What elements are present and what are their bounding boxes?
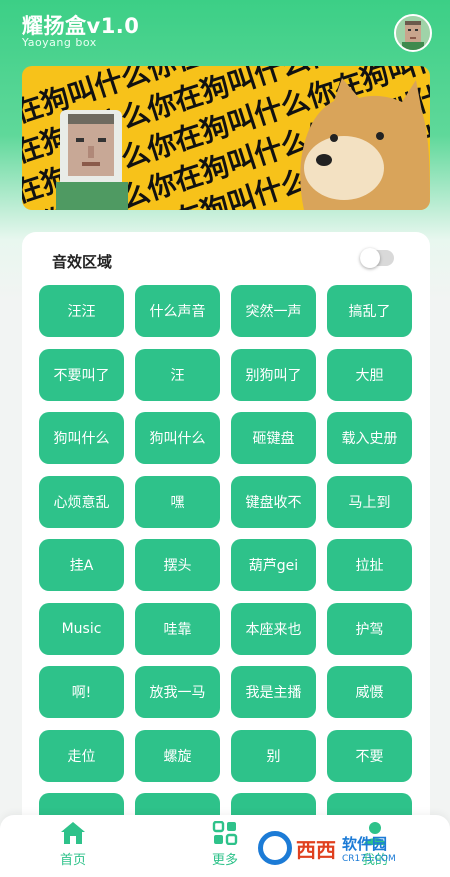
sound-button[interactable]: 走位 (39, 729, 124, 782)
sound-button[interactable]: Music (39, 602, 124, 655)
sound-button[interactable]: 突然一声 (231, 285, 316, 337)
more-grid-icon (212, 821, 238, 845)
sound-button[interactable]: 摆头 (135, 539, 220, 591)
sound-button[interactable]: 啊! (39, 666, 124, 718)
pixel-man-image (56, 110, 128, 210)
avatar-face-icon (396, 16, 430, 50)
sound-button[interactable]: 砸键盘 (231, 412, 316, 464)
sound-button[interactable]: 载入史册 (327, 412, 412, 464)
watermark-url: CR173.COM (342, 853, 396, 864)
app-subtitle: Yaoyang box (22, 36, 97, 49)
sound-panel: 音效区域 汪汪 什么声音 突然一声 搞乱了 不要叫了汪别狗叫了 大胆 狗叫什么 狗叫什么 砸键盘… (22, 232, 430, 845)
watermark-name: 软件园 (342, 834, 388, 853)
sound-button[interactable]: 搞乱了 (327, 285, 412, 337)
nav-more-label: 更多 (211, 853, 238, 868)
sound-button[interactable]: 不要 (327, 729, 412, 782)
sound-button[interactable]: 螺旋 (135, 729, 220, 782)
sound-button[interactable]: 别狗叫了 (231, 348, 316, 401)
sound-button[interactable]: 挂A (39, 539, 124, 591)
shiba-dog-image (300, 78, 430, 210)
avatar[interactable] (394, 14, 432, 52)
sound-button[interactable]: 狗叫什么 (39, 412, 124, 464)
sound-button[interactable]: 我是主播 (231, 666, 316, 718)
sound-button[interactable]: 本座来也 (231, 602, 316, 655)
sound-button[interactable]: 别 (231, 729, 316, 782)
sound-button[interactable]: 汪 (135, 348, 220, 401)
sound-button[interactable]: 护驾 (327, 602, 412, 655)
sound-button[interactable]: 键盘收不 (231, 475, 316, 528)
sound-button[interactable]: 什么声音 (135, 285, 220, 337)
sound-button[interactable]: 狗叫什么 (135, 412, 220, 464)
meme-banner[interactable]: 你在狗叫什么你在狗叫什么你在狗叫什么 你在狗叫什么你在狗叫什么你在狗叫什么 你在… (22, 66, 430, 210)
sound-button[interactable]: 大胆 (327, 348, 412, 401)
sound-button[interactable]: 葫芦gei (231, 539, 316, 591)
toggle-knob (360, 248, 380, 268)
watermark-brand: 西西 (296, 837, 336, 862)
nav-more[interactable]: 更多 (190, 821, 260, 868)
site-watermark: 西西 软件园 CR173.COM (258, 826, 438, 870)
sound-button[interactable]: 不要叫了 (39, 348, 124, 401)
sound-button[interactable]: 哇靠 (135, 602, 220, 655)
nav-home[interactable]: 首页 (38, 821, 108, 868)
sound-toggle[interactable] (360, 248, 394, 268)
sound-button[interactable]: 汪汪 (39, 285, 124, 337)
nav-home-label: 首页 (59, 853, 86, 868)
sound-button[interactable]: 心烦意乱 (39, 475, 124, 528)
watermark-logo-icon (258, 831, 292, 865)
sound-section-title: 音效区域 (52, 253, 113, 271)
home-icon (61, 822, 85, 844)
sound-button[interactable]: 放我一马 (135, 666, 220, 718)
sound-button[interactable]: 拉扯 (327, 539, 412, 591)
sound-button[interactable]: 嘿 (135, 475, 220, 528)
sound-button[interactable]: 威慑 (327, 666, 412, 718)
sound-button[interactable]: 马上到 (327, 475, 412, 528)
